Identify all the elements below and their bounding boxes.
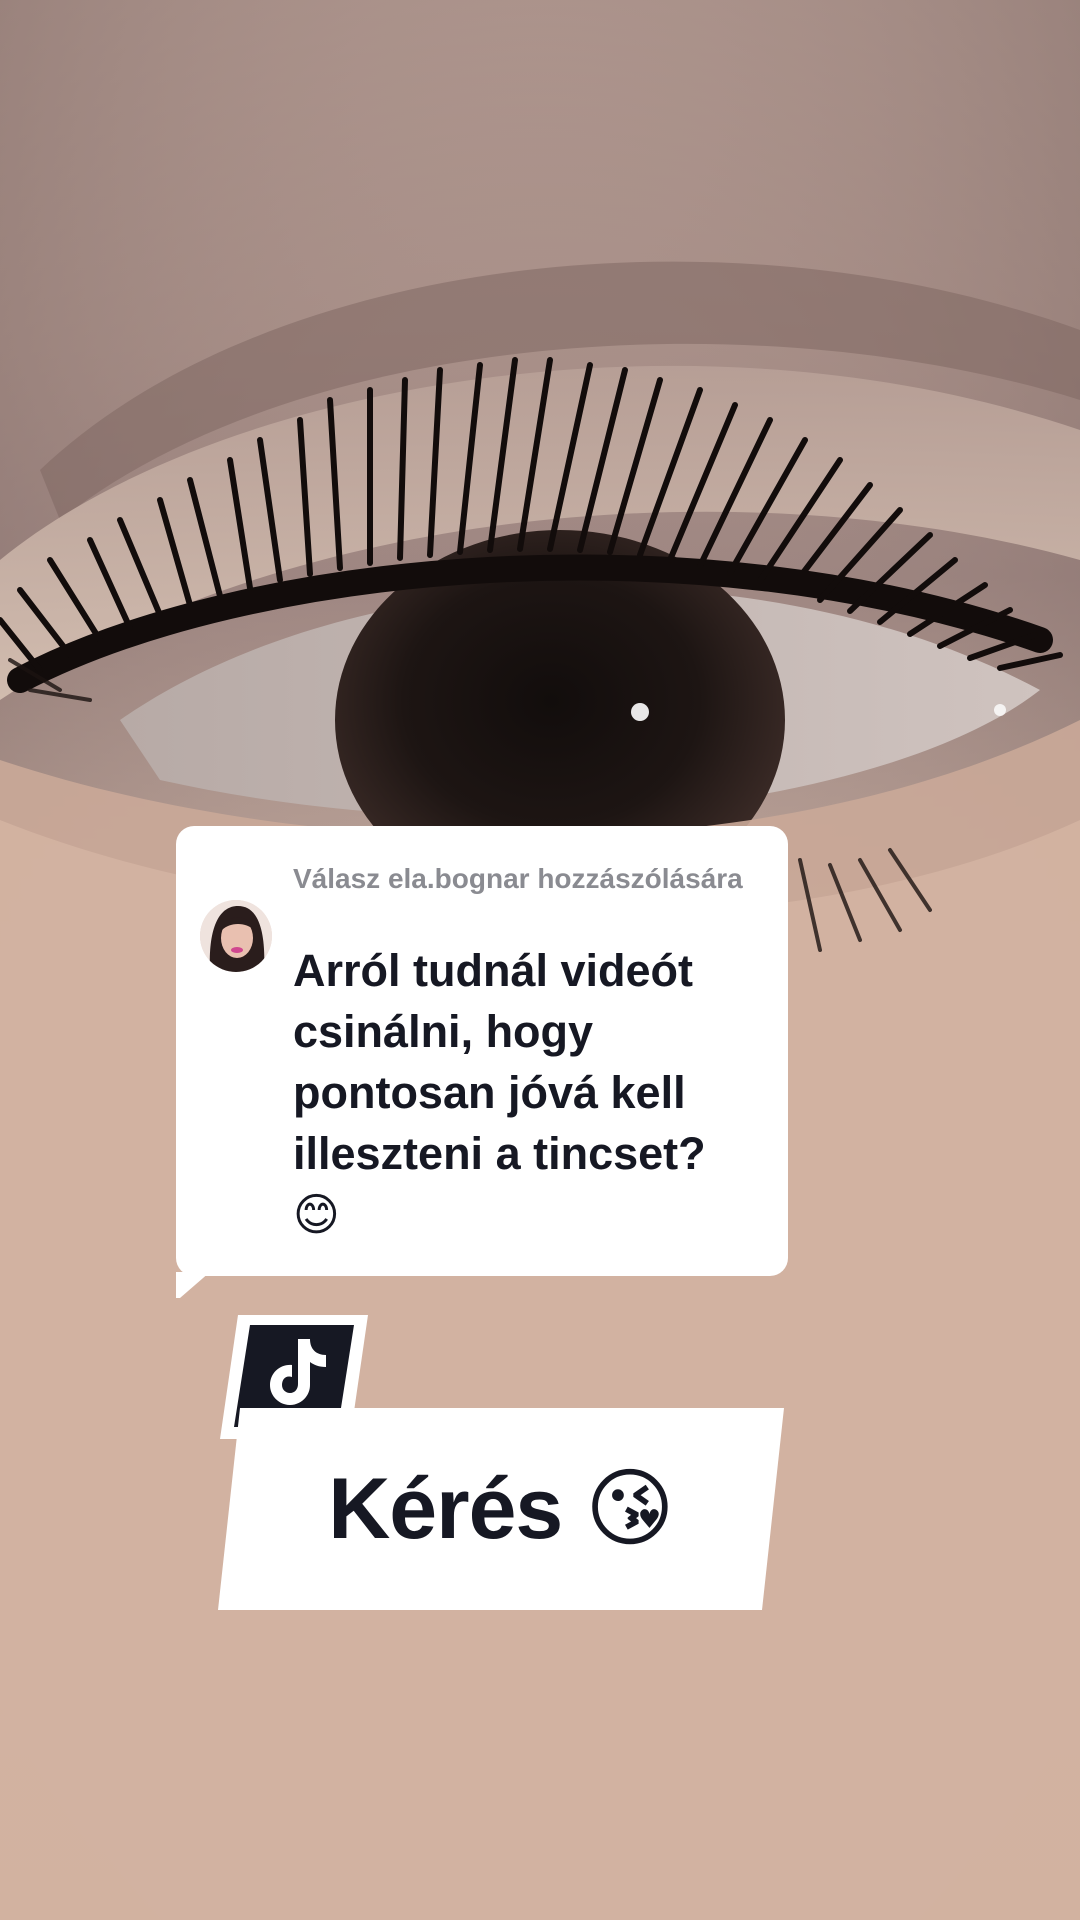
caption-label: Kérés [328, 1460, 563, 1557]
reply-bubble-tail [176, 1272, 210, 1298]
commenter-avatar[interactable] [200, 900, 272, 972]
reply-comment-body: Arról tudnál videót csinálni, hogy ponto… [293, 945, 706, 1179]
smiling-emoji: 😊 [293, 1188, 340, 1241]
kissing-emoji: 😘 [585, 1459, 675, 1559]
reply-header-label: Válasz ela.bognar hozzászólására [293, 863, 743, 894]
reply-comment-text: Arról tudnál videót csinálni, hogy ponto… [293, 940, 763, 1245]
avatar-image [200, 900, 272, 972]
reply-comment-card[interactable]: Válasz ela.bognar hozzászólására Arról t… [176, 826, 788, 1276]
caption-text: Kérés 😘 [218, 1408, 784, 1610]
